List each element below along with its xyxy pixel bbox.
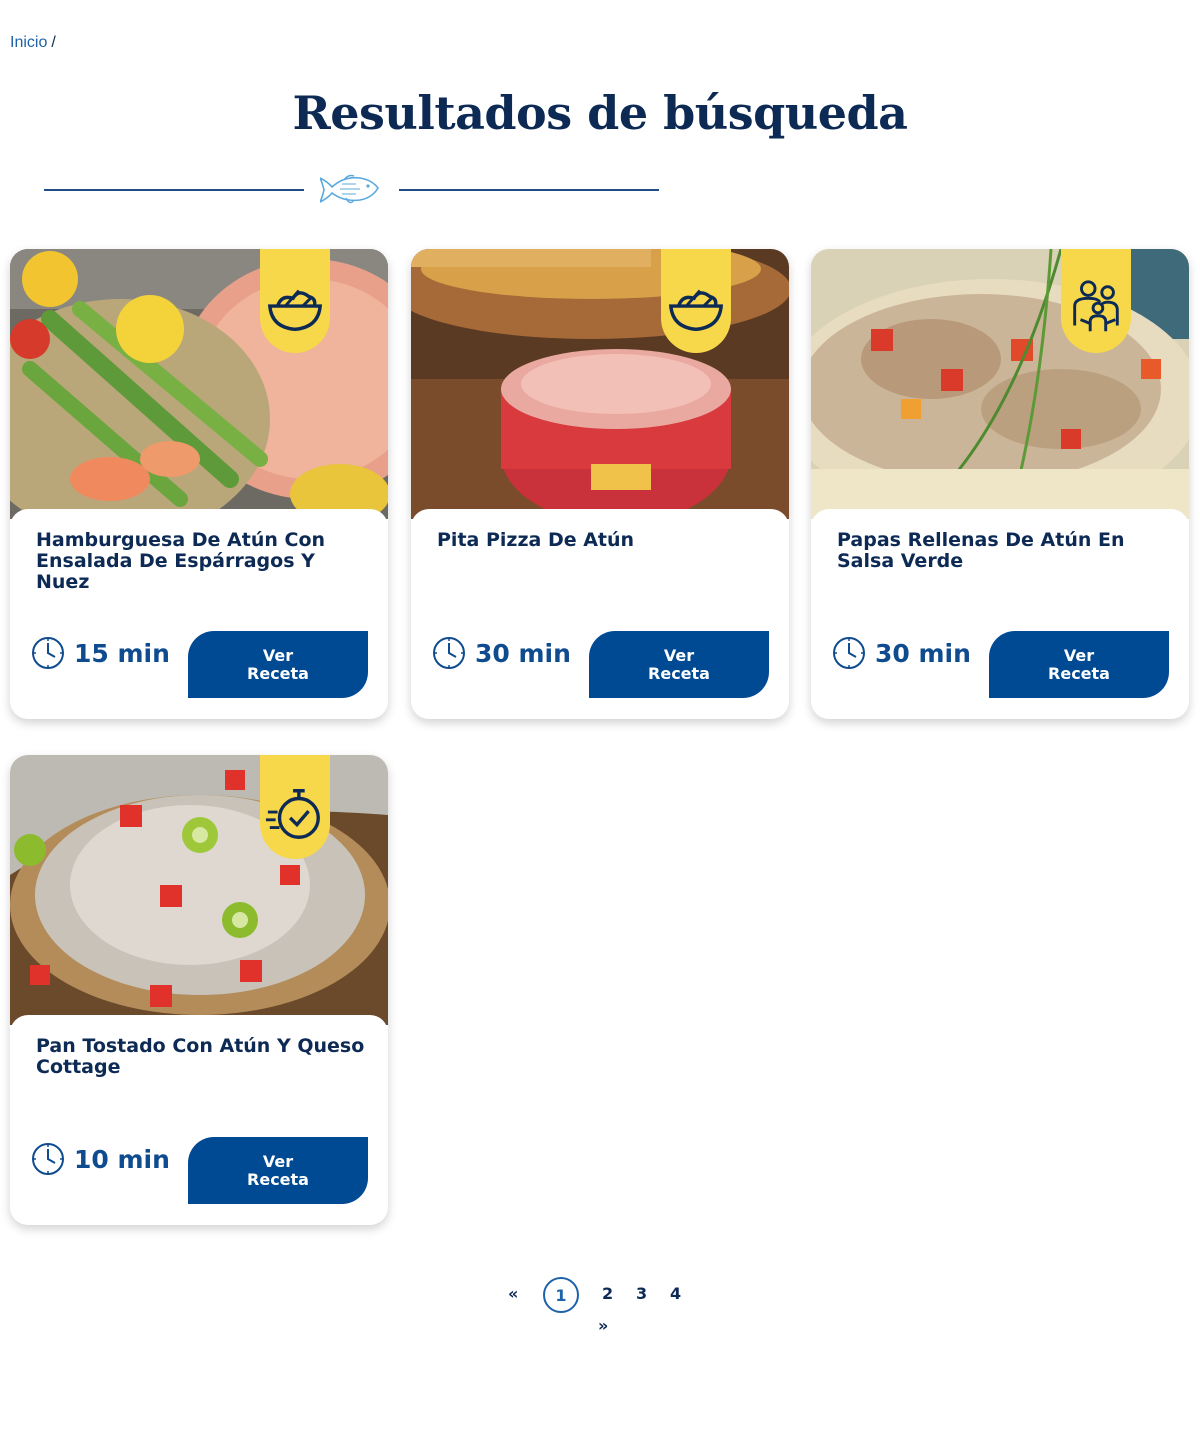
salad-bowl-icon — [267, 289, 323, 332]
recipe-photo[interactable] — [411, 249, 789, 519]
divider-line-right — [399, 189, 659, 191]
view-recipe-button-line1: Ver — [1063, 645, 1095, 665]
recipe-time-value: 30 min — [475, 638, 571, 668]
recipe-title[interactable]: Pita Pizza De Atún — [437, 530, 767, 551]
recipe-card-body: Pan Tostado Con Atún Y Queso Cottage 10 … — [10, 1015, 388, 1225]
pagination: « 1 2 3 4 » — [0, 1276, 1200, 1356]
family-icon — [1073, 280, 1119, 332]
pagination-page-current[interactable]: 1 — [543, 1277, 579, 1313]
breadcrumb: Inicio / — [10, 34, 56, 52]
view-recipe-button-line2: Receta — [648, 663, 710, 683]
view-recipe-button-line1: Ver — [262, 1151, 294, 1171]
view-recipe-button-line1: Ver — [663, 645, 695, 665]
view-recipe-button-line2: Receta — [247, 1169, 309, 1189]
recipe-photo[interactable] — [10, 755, 388, 1025]
clock-icon — [833, 637, 865, 669]
clock-icon — [32, 1143, 64, 1175]
recipe-card: Pan Tostado Con Atún Y Queso Cottage 10 … — [10, 755, 388, 1225]
view-recipe-button[interactable]: Ver Receta — [188, 631, 368, 698]
view-recipe-button-line1: Ver — [262, 645, 294, 665]
view-recipe-button-line2: Receta — [1048, 663, 1110, 683]
pagination-page[interactable]: 3 — [636, 1284, 647, 1303]
recipe-card: Papas Rellenas De Atún En Salsa Verde 30… — [811, 249, 1189, 719]
recipe-badge — [1061, 249, 1131, 353]
recipe-card-body: Pita Pizza De Atún 30 min Ver Receta — [411, 509, 789, 719]
recipe-title[interactable]: Pan Tostado Con Atún Y Queso Cottage — [36, 1036, 366, 1078]
pagination-prev[interactable]: « — [508, 1284, 518, 1303]
recipe-card-body: Papas Rellenas De Atún En Salsa Verde 30… — [811, 509, 1189, 719]
title-divider — [44, 168, 660, 212]
recipe-time-value: 30 min — [875, 638, 971, 668]
recipe-card: Pita Pizza De Atún 30 min Ver Receta — [411, 249, 789, 719]
recipe-photo[interactable] — [811, 249, 1189, 519]
pagination-page[interactable]: 2 — [602, 1284, 613, 1303]
recipe-time-value: 10 min — [74, 1144, 170, 1174]
page-title: Resultados de búsqueda — [292, 86, 908, 140]
recipe-title[interactable]: Papas Rellenas De Atún En Salsa Verde — [837, 530, 1167, 572]
salad-bowl-icon — [668, 289, 724, 332]
breadcrumb-home-link[interactable]: Inicio — [10, 34, 47, 51]
recipe-time: 15 min — [30, 635, 170, 671]
recipe-title[interactable]: Hamburguesa De Atún Con Ensalada De Espá… — [36, 530, 366, 593]
recipe-time: 10 min — [30, 1141, 170, 1177]
recipe-card: Hamburguesa De Atún Con Ensalada De Espá… — [10, 249, 388, 719]
recipe-card-body: Hamburguesa De Atún Con Ensalada De Espá… — [10, 509, 388, 719]
stopwatch-check-icon — [265, 789, 320, 839]
recipe-time: 30 min — [831, 635, 971, 671]
pagination-next[interactable]: » — [598, 1316, 608, 1335]
view-recipe-button[interactable]: Ver Receta — [188, 1137, 368, 1204]
recipe-badge — [260, 755, 330, 859]
clock-icon — [433, 637, 465, 669]
recipe-photo[interactable] — [10, 249, 388, 519]
recipe-badge — [661, 249, 731, 353]
view-recipe-button[interactable]: Ver Receta — [989, 631, 1169, 698]
view-recipe-button-line2: Receta — [247, 663, 309, 683]
recipe-badge — [260, 249, 330, 353]
breadcrumb-separator: / — [51, 34, 56, 51]
clock-icon — [32, 637, 64, 669]
recipe-time-value: 15 min — [74, 638, 170, 668]
divider-line-left — [44, 189, 304, 191]
fish-icon — [320, 174, 379, 204]
pagination-page[interactable]: 4 — [670, 1284, 681, 1303]
view-recipe-button[interactable]: Ver Receta — [589, 631, 769, 698]
recipe-time: 30 min — [431, 635, 571, 671]
